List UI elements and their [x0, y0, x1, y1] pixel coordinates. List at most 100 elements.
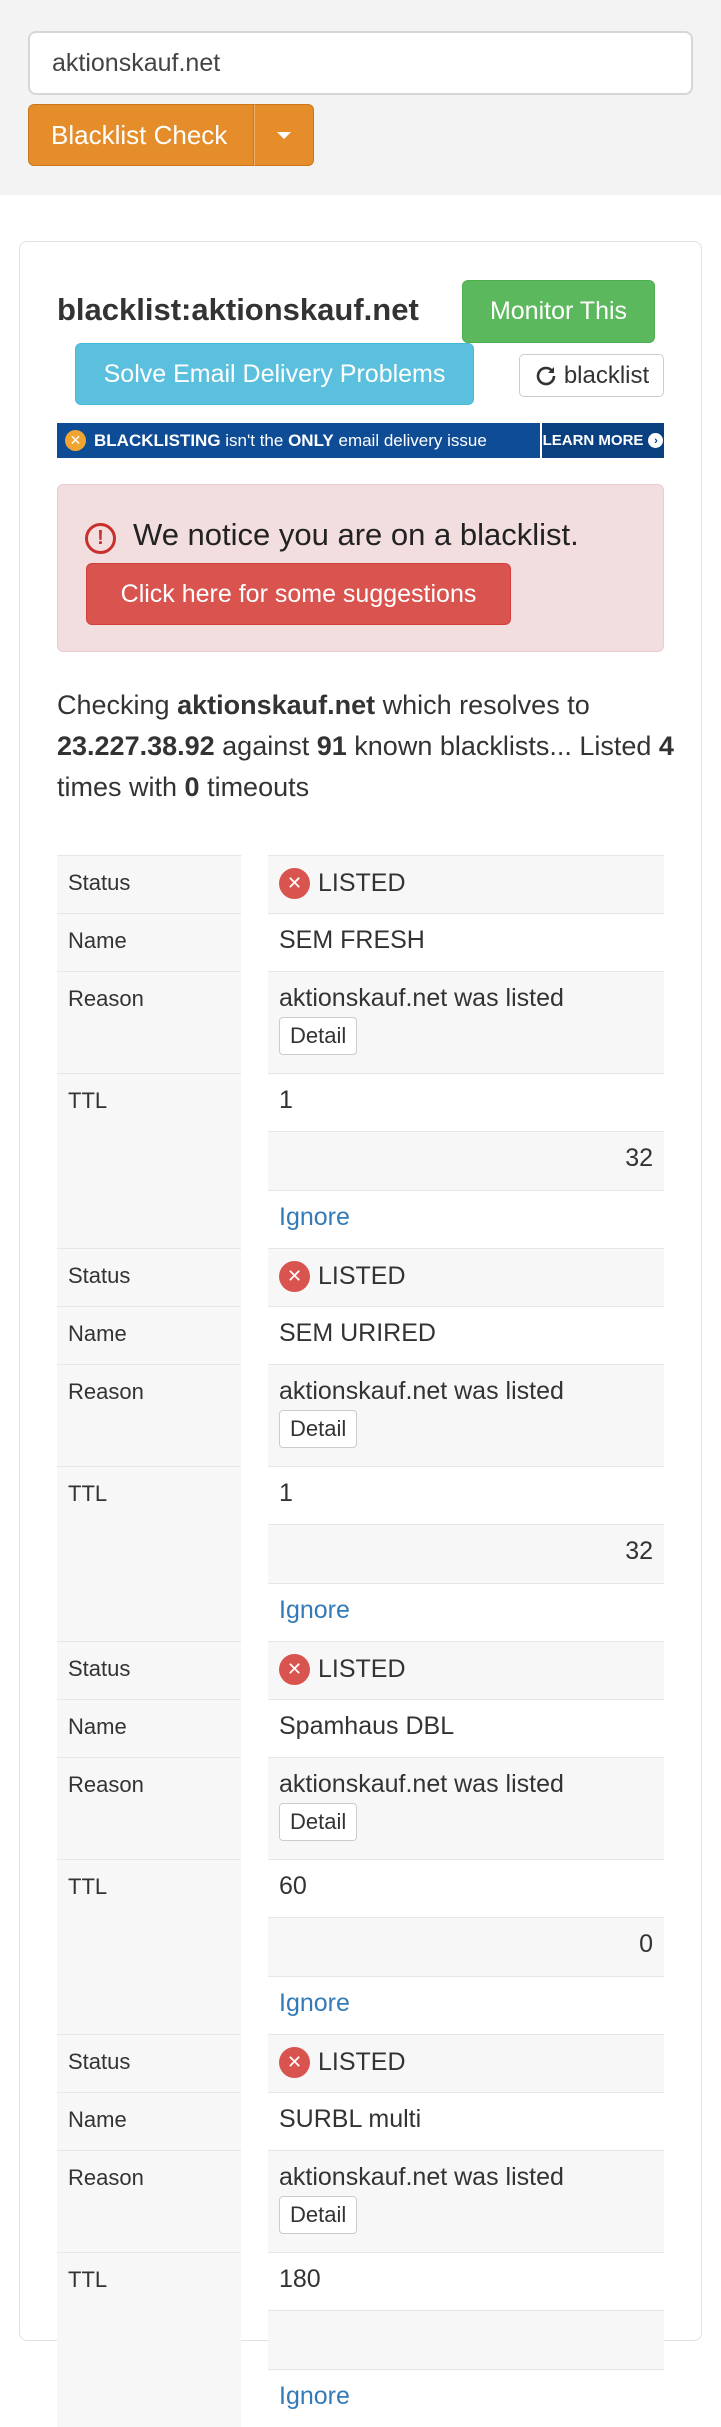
- x-circle-icon: ✕: [279, 1654, 310, 1685]
- row-separator: [57, 913, 241, 914]
- row-separator: [57, 1466, 241, 1467]
- result-ignore-cell: Ignore: [268, 2369, 664, 2427]
- result-status: ✕ LISTED: [268, 2034, 664, 2092]
- learn-more-link[interactable]: LEARN MORE ›: [540, 423, 664, 458]
- row-separator: [57, 1306, 241, 1307]
- alert-message: We notice you are on a blacklist.: [133, 517, 579, 552]
- banner-text-2: isn't the: [225, 430, 284, 450]
- result-reason: aktionskauf.net was listed Detail: [268, 1757, 664, 1859]
- result-status: ✕ LISTED: [268, 1641, 664, 1699]
- result-status: ✕ LISTED: [268, 855, 664, 913]
- summary-ip: 23.227.38.92: [57, 731, 215, 761]
- result-status: ✕ LISTED: [268, 1248, 664, 1306]
- result-ttl: 1: [268, 1073, 664, 1131]
- result-label-name: Name: [68, 2107, 127, 2132]
- search-bar-area: Blacklist Check: [0, 0, 721, 195]
- summary-timeouts: 0: [184, 772, 200, 802]
- result-response-time: 32: [268, 1524, 664, 1583]
- refresh-icon: [536, 366, 556, 385]
- suggestions-button[interactable]: Click here for some suggestions: [86, 563, 511, 625]
- result-ignore-cell: Ignore: [268, 1583, 664, 1641]
- result-label-ttl: TTL: [68, 1874, 108, 1899]
- row-separator: [57, 2150, 241, 2151]
- result-response-time: 32: [268, 1131, 664, 1190]
- result-label-name: Name: [68, 1321, 127, 1346]
- row-separator: [57, 1757, 241, 1758]
- detail-button[interactable]: Detail: [279, 2196, 358, 2234]
- result-label-status: Status: [68, 1656, 131, 1681]
- banner-text-4: email delivery issue: [338, 430, 487, 450]
- check-button-group: Blacklist Check: [28, 104, 693, 166]
- summary-blacklist-count: 91: [316, 731, 347, 761]
- result-reason: aktionskauf.net was listed Detail: [268, 2150, 664, 2252]
- banner-text-3: ONLY: [288, 430, 334, 450]
- ignore-link[interactable]: Ignore: [279, 1596, 350, 1624]
- refresh-blacklist-button[interactable]: blacklist: [519, 354, 664, 397]
- chevron-right-icon: ›: [648, 433, 664, 448]
- result-label-ttl: TTL: [68, 1088, 108, 1113]
- banner-text-1: BLACKLISTING: [94, 430, 221, 450]
- result-blacklist-name: SEM FRESH: [268, 913, 664, 971]
- result-blacklist-name: Spamhaus DBL: [268, 1699, 664, 1757]
- detail-button[interactable]: Detail: [279, 1410, 358, 1448]
- x-circle-icon: ✕: [279, 1261, 310, 1292]
- reason-text: aktionskauf.net was listed: [279, 984, 564, 1012]
- ignore-link[interactable]: Ignore: [279, 1989, 350, 2017]
- result-response-time: [268, 2310, 664, 2369]
- result-blacklist-name: SURBL multi: [268, 2092, 664, 2150]
- x-circle-icon: ✕: [65, 430, 86, 451]
- banner-text-area: ✕ BLACKLISTING isn't the ONLY email deli…: [57, 423, 540, 458]
- check-options-dropdown-button[interactable]: [254, 104, 314, 166]
- summary-listed-count: 4: [658, 731, 674, 761]
- result-label-ttl: TTL: [68, 2267, 108, 2292]
- check-summary: Checking aktionskauf.net which resolves …: [57, 690, 674, 802]
- reason-text: aktionskauf.net was listed: [279, 1377, 564, 1405]
- status-text: LISTED: [318, 1262, 406, 1290]
- row-separator: [57, 1859, 241, 1860]
- result-ttl: 60: [268, 1859, 664, 1917]
- monitor-this-button[interactable]: Monitor This: [462, 280, 655, 343]
- page-title: blacklist:aktionskauf.net: [57, 292, 419, 327]
- caret-down-icon: [277, 131, 291, 139]
- result-label-status: Status: [68, 2049, 131, 2074]
- ignore-link[interactable]: Ignore: [279, 1203, 350, 1231]
- result-label-reason: Reason: [68, 1379, 144, 1404]
- results-panel: blacklist:aktionskauf.net Monitor This S…: [19, 241, 702, 2427]
- domain-search-input[interactable]: [28, 31, 693, 95]
- row-separator: [57, 971, 241, 972]
- blacklisting-ad-banner[interactable]: ✕ BLACKLISTING isn't the ONLY email deli…: [57, 423, 664, 458]
- blacklist-check-button[interactable]: Blacklist Check: [28, 104, 254, 166]
- ignore-link[interactable]: Ignore: [279, 2382, 350, 2410]
- x-circle-icon: ✕: [279, 868, 310, 899]
- reason-text: aktionskauf.net was listed: [279, 1770, 564, 1798]
- row-separator: [57, 1699, 241, 1700]
- status-text: LISTED: [318, 2048, 406, 2076]
- result-label-name: Name: [68, 1714, 127, 1739]
- result-label-status: Status: [68, 1263, 131, 1288]
- result-label-reason: Reason: [68, 2165, 144, 2190]
- row-separator: [57, 2252, 241, 2253]
- result-label-ttl: TTL: [68, 1481, 108, 1506]
- result-blacklist-name: SEM URIRED: [268, 1306, 664, 1364]
- detail-button[interactable]: Detail: [279, 1017, 358, 1055]
- result-ttl: 180: [268, 2252, 664, 2310]
- row-separator: [57, 1364, 241, 1365]
- reason-text: aktionskauf.net was listed: [279, 2163, 564, 2191]
- result-reason: aktionskauf.net was listed Detail: [268, 971, 664, 1073]
- solve-email-delivery-button[interactable]: Solve Email Delivery Problems: [75, 343, 474, 405]
- learn-more-label: LEARN MORE: [542, 432, 644, 449]
- result-label-status: Status: [68, 870, 131, 895]
- status-text: LISTED: [318, 869, 406, 897]
- status-text: LISTED: [318, 1655, 406, 1683]
- result-label-reason: Reason: [68, 986, 144, 1011]
- result-label-reason: Reason: [68, 1772, 144, 1797]
- result-ttl: 1: [268, 1466, 664, 1524]
- result-response-time: 0: [268, 1917, 664, 1976]
- detail-button[interactable]: Detail: [279, 1803, 358, 1841]
- row-separator: [57, 2092, 241, 2093]
- refresh-label: blacklist: [563, 361, 650, 389]
- result-ignore-cell: Ignore: [268, 1190, 664, 1248]
- summary-domain: aktionskauf.net: [177, 690, 376, 720]
- x-circle-icon: ✕: [279, 2047, 310, 2078]
- result-label-name: Name: [68, 928, 127, 953]
